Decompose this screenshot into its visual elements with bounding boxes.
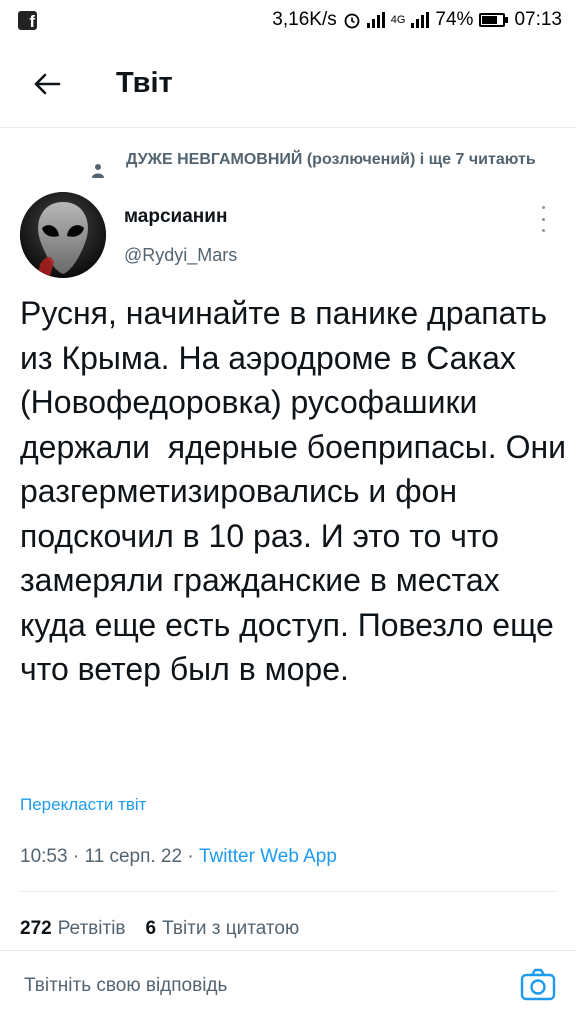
person-icon [92,147,106,184]
retweets-count: 272 [20,918,52,939]
translate-tweet-link[interactable]: Перекласти твіт [20,795,146,815]
signal-icon-2 [411,12,430,28]
network-type: 4G [390,14,406,26]
arrow-left-icon [34,73,61,94]
reply-bar [0,950,576,1024]
clock: 07:13 [514,9,562,30]
retweets-label: Ретвітів [57,918,126,939]
author-name[interactable]: марсианин [124,206,227,228]
quotes-label: Твіти з цитатою [162,918,300,939]
tweet-source-link[interactable]: Twitter Web App [199,846,337,867]
more-options-icon[interactable] [536,206,550,232]
back-button[interactable] [22,59,72,109]
author-handle[interactable]: @Rydyi_Mars [124,245,237,266]
status-bar: f 3,16K/s 4G 74% 07:13 [0,0,576,40]
tweet-time: 10:53 [20,846,68,867]
alarm-icon [344,13,360,29]
quotes-count: 6 [145,918,157,939]
tweet-text: Русня, начинайте в панике драпать из Кры… [20,295,575,687]
social-context-text: ДУЖЕ НЕВГАМОВНИЙ (розлючений) і ще 7 чит… [126,151,536,168]
meta-separator: · [67,846,85,867]
page-title: Твіт [116,67,173,99]
quotes-stat[interactable]: 6 Твіти з цитатою [146,918,300,940]
divider [20,891,556,892]
battery-percent: 74% [435,9,474,30]
social-context[interactable]: ДУЖЕ НЕВГАМОВНИЙ (розлючений) і ще 7 чит… [92,147,562,184]
retweets-stat[interactable]: 272 Ретвітів [20,918,126,940]
avatar[interactable] [20,192,106,278]
camera-icon[interactable] [520,967,556,1001]
facebook-notification-icon: f [18,10,37,30]
signal-icon [366,12,385,28]
tweet-date: 11 серп. 22 [84,846,183,867]
reply-input[interactable] [24,971,494,1001]
tweet-stats: 272 Ретвітів 6 Твіти з цитатою [20,918,299,940]
meta-separator-2: · [182,846,199,867]
app-header: Твіт [0,40,576,128]
battery-icon [479,13,509,27]
net-speed: 3,16K/s [272,9,337,30]
tweet-meta: 10:53 · 11 серп. 22 · Twitter Web App [20,846,337,868]
